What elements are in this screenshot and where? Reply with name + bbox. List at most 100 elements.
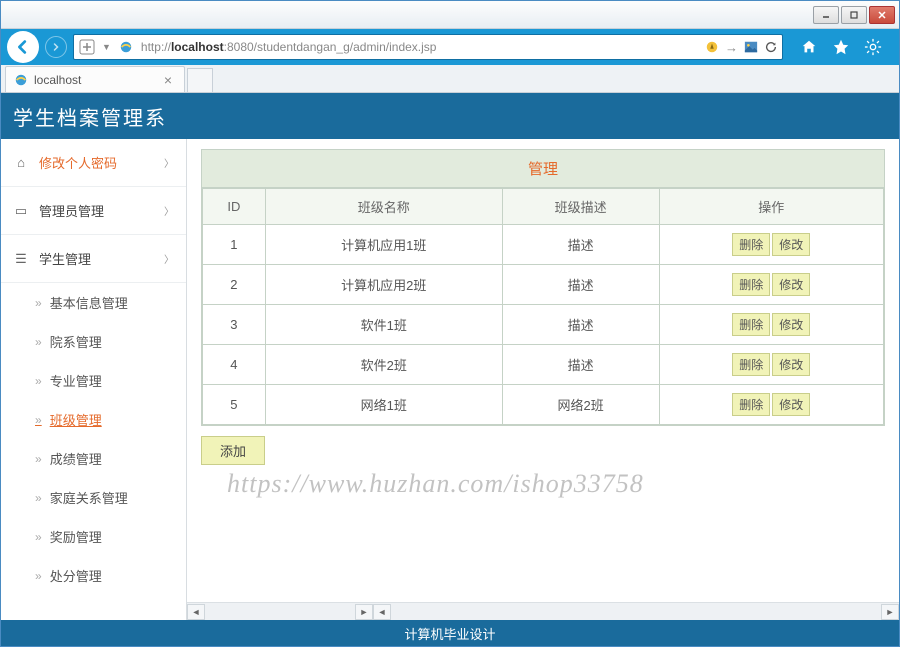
app-header: 学生档案管理系: [1, 93, 899, 139]
sidebar-subitem[interactable]: 院系管理: [1, 322, 186, 361]
chevron-right-icon: 〉: [164, 203, 174, 218]
dropdown-icon[interactable]: ▼: [102, 42, 111, 52]
sidebar-subitem[interactable]: 专业管理: [1, 361, 186, 400]
window-maximize-button[interactable]: [841, 6, 867, 24]
add-tab-icon[interactable]: [78, 38, 96, 56]
sidebar-subitem-label: 奖励管理: [50, 527, 102, 546]
sidebar-subitem-label: 院系管理: [50, 332, 102, 351]
picture-icon[interactable]: [744, 40, 758, 54]
table-cell: 网络1班: [265, 385, 502, 425]
sidebar-subitem[interactable]: 基本信息管理: [1, 283, 186, 322]
delete-button[interactable]: 删除: [732, 273, 770, 296]
scroll-right-icon[interactable]: ►: [355, 604, 373, 620]
address-bar[interactable]: ▼ http://localhost:8080/studentdangan_g/…: [73, 34, 783, 60]
url-path: :8080/studentdangan_g/admin/index.jsp: [224, 40, 437, 54]
browser-tabstrip: localhost ×: [1, 65, 899, 93]
sidebar-subitem[interactable]: 处分管理: [1, 556, 186, 595]
sidebar-item-label: 学生管理: [39, 249, 91, 268]
main-hscroll[interactable]: ◄ ►: [373, 602, 899, 620]
sidebar-item-admin-mgmt[interactable]: ▭ 管理员管理 〉: [1, 187, 186, 235]
edit-button[interactable]: 修改: [772, 233, 810, 256]
settings-icon[interactable]: [863, 37, 883, 57]
edit-button[interactable]: 修改: [772, 353, 810, 376]
table-cell-ops: 删除修改: [659, 305, 883, 345]
scroll-left-icon[interactable]: ◄: [187, 604, 205, 620]
sidebar-subitem[interactable]: 班级管理: [1, 400, 186, 439]
window-titlebar: [1, 1, 899, 29]
home-small-icon: ⌂: [13, 155, 29, 171]
sidebar-subitem-label: 专业管理: [50, 371, 102, 390]
sidebar-hscroll[interactable]: ◄ ►: [187, 602, 373, 620]
delete-button[interactable]: 删除: [732, 393, 770, 416]
edit-button[interactable]: 修改: [772, 393, 810, 416]
table-cell: 计算机应用1班: [265, 225, 502, 265]
table-row: 3软件1班描述删除修改: [203, 305, 884, 345]
favorites-icon[interactable]: [831, 37, 851, 57]
scroll-left-icon[interactable]: ◄: [373, 604, 391, 620]
refresh-icon[interactable]: [764, 40, 778, 54]
delete-button[interactable]: 删除: [732, 353, 770, 376]
window-minimize-button[interactable]: [813, 6, 839, 24]
sidebar-subitem[interactable]: 奖励管理: [1, 517, 186, 556]
table-header-cell: 操作: [659, 189, 883, 225]
table-cell: 描述: [502, 345, 659, 385]
sidebar-item-label: 管理员管理: [39, 201, 104, 220]
tab-title: localhost: [34, 73, 81, 87]
table-cell: 软件1班: [265, 305, 502, 345]
sidebar-subitem[interactable]: 家庭关系管理: [1, 478, 186, 517]
home-icon[interactable]: [799, 37, 819, 57]
window-close-button[interactable]: [869, 6, 895, 24]
drawer-icon: ▭: [13, 203, 29, 219]
scroll-right-icon[interactable]: ►: [881, 604, 899, 620]
footer-text: 计算机毕业设计: [404, 624, 495, 643]
table-header-cell: 班级描述: [502, 189, 659, 225]
table-cell: 3: [203, 305, 266, 345]
sidebar-subitem-label: 成绩管理: [50, 449, 102, 468]
tab-close-button[interactable]: ×: [160, 72, 176, 88]
table-cell-ops: 删除修改: [659, 265, 883, 305]
sidebar-item-student-mgmt[interactable]: ☰ 学生管理 〉: [1, 235, 186, 283]
table-cell: 描述: [502, 305, 659, 345]
inner-scrollbars: ◄ ► ◄ ►: [187, 602, 899, 620]
add-button[interactable]: 添加: [201, 436, 265, 465]
edit-button[interactable]: 修改: [772, 273, 810, 296]
chevron-right-icon: 〉: [164, 251, 174, 266]
ie-logo-icon: [117, 38, 135, 56]
table-cell-ops: 删除修改: [659, 225, 883, 265]
sidebar-subitem[interactable]: 成绩管理: [1, 439, 186, 478]
table-row: 1计算机应用1班描述删除修改: [203, 225, 884, 265]
nav-back-button[interactable]: [7, 31, 39, 63]
sidebar-subitem-label: 家庭关系管理: [50, 488, 128, 507]
edit-button[interactable]: 修改: [772, 313, 810, 336]
compat-icon[interactable]: [705, 40, 719, 54]
table-cell-ops: 删除修改: [659, 345, 883, 385]
watermark-text: https://www.huzhan.com/ishop33758: [227, 469, 644, 499]
table-cell: 1: [203, 225, 266, 265]
sidebar-subitem-label: 班级管理: [50, 410, 102, 429]
table-cell: 计算机应用2班: [265, 265, 502, 305]
delete-button[interactable]: 删除: [732, 233, 770, 256]
sidebar-item-change-password[interactable]: ⌂ 修改个人密码 〉: [1, 139, 186, 187]
nav-forward-button[interactable]: [45, 36, 67, 58]
stop-icon[interactable]: →: [725, 40, 738, 55]
url-text[interactable]: http://localhost:8080/studentdangan_g/ad…: [141, 40, 699, 54]
table-cell: 5: [203, 385, 266, 425]
sidebar-item-label: 修改个人密码: [39, 153, 117, 172]
new-tab-button[interactable]: [187, 68, 213, 92]
sidebar-subitem-label: 处分管理: [50, 566, 102, 585]
chevron-right-icon: 〉: [164, 155, 174, 170]
table-cell: 描述: [502, 265, 659, 305]
url-prefix: http://: [141, 40, 171, 54]
panel: 管理 ID班级名称班级描述操作 1计算机应用1班描述删除修改2计算机应用2班描述…: [201, 149, 885, 426]
table-header-cell: 班级名称: [265, 189, 502, 225]
table-header-cell: ID: [203, 189, 266, 225]
table-cell: 软件2班: [265, 345, 502, 385]
table-row: 4软件2班描述删除修改: [203, 345, 884, 385]
list-icon: ☰: [13, 251, 29, 267]
app-title: 学生档案管理系: [13, 102, 167, 131]
delete-button[interactable]: 删除: [732, 313, 770, 336]
table-cell: 描述: [502, 225, 659, 265]
app-footer: 计算机毕业设计: [1, 620, 899, 646]
browser-tab[interactable]: localhost ×: [5, 66, 185, 92]
table-row: 5网络1班网络2班删除修改: [203, 385, 884, 425]
